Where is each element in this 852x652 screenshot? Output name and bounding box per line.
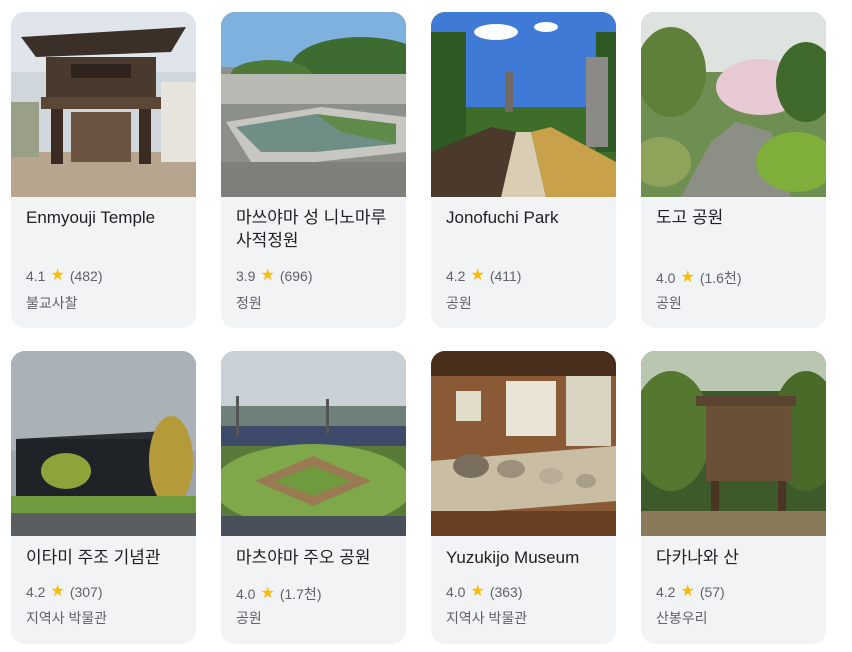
place-title: 마츠야마 주오 공원 [236,548,371,567]
place-card[interactable]: 마쓰야마 성 니노마루 사적정원 3.9 ★ (696) 정원 [221,12,406,328]
place-rating: 4.0 ★ (1.7천) [236,584,321,604]
place-rating: 4.2 ★ (57) [656,583,725,601]
place-title: Jonofuchi Park [446,208,559,227]
star-icon: ★ [470,267,485,284]
star-icon: ★ [50,267,65,284]
place-card[interactable]: Jonofuchi Park 4.2 ★ (411) 공원 [431,12,616,328]
rating-value: 4.0 [446,584,466,600]
review-count: (307) [69,584,103,600]
review-count: (696) [279,268,313,284]
star-icon: ★ [680,583,695,600]
place-rating: 4.2 ★ (411) [446,267,522,285]
star-icon: ★ [260,585,275,602]
place-card[interactable]: 이타미 주조 기념관 4.2 ★ (307) 지역사 박물관 [11,351,196,644]
place-rating: 4.1 ★ (482) [26,267,103,285]
review-count: (57) [699,584,725,600]
museum-exhibit-photo [431,351,616,536]
place-card[interactable]: Yuzukijo Museum 4.0 ★ (363) 지역사 박물관 [431,351,616,644]
mountain-sign-photo [641,351,826,536]
places-grid: Enmyouji Temple 4.1 ★ (482) 불교사찰 마쓰야마 성 … [11,12,841,648]
baseball-stadium-photo [221,351,406,536]
garden-pool-photo [221,12,406,197]
review-count: (1.7천) [279,586,322,602]
place-title: 마쓰야마 성 니노마루 사적정원 [236,208,387,250]
rating-value: 4.0 [656,270,676,286]
place-rating: 3.9 ★ (696) [236,267,313,285]
place-category: 공원 [656,295,682,311]
review-count: (411) [489,268,522,284]
place-rating: 4.2 ★ (307) [26,583,103,601]
park-stream-photo [641,12,826,197]
place-category: 산봉우리 [656,610,708,626]
star-icon: ★ [260,267,275,284]
place-category: 불교사찰 [26,295,78,311]
museum-building-photo [11,351,196,536]
park-bridge-photo [431,12,616,197]
place-category: 정원 [236,295,262,311]
place-title: Yuzukijo Museum [446,548,580,567]
place-card[interactable]: 마츠야마 주오 공원 4.0 ★ (1.7천) 공원 [221,351,406,644]
place-rating: 4.0 ★ (363) [446,583,523,601]
star-icon: ★ [50,583,65,600]
place-title: Enmyouji Temple [26,208,156,227]
review-count: (363) [489,584,523,600]
place-title: 이타미 주조 기념관 [26,548,161,567]
review-count: (1.6천) [699,270,742,286]
place-card[interactable]: 도고 공원 4.0 ★ (1.6천) 공원 [641,12,826,328]
temple-gate-photo [11,12,196,197]
place-card[interactable]: 다카나와 산 4.2 ★ (57) 산봉우리 [641,351,826,644]
rating-value: 4.0 [236,586,256,602]
rating-value: 4.2 [26,584,46,600]
place-rating: 4.0 ★ (1.6천) [656,268,741,288]
place-title: 도고 공원 [656,208,724,227]
place-category: 공원 [446,295,472,311]
review-count: (482) [69,268,103,284]
rating-value: 3.9 [236,268,256,284]
rating-value: 4.2 [656,584,676,600]
place-title: 다카나와 산 [656,548,739,567]
rating-value: 4.2 [446,268,466,284]
place-category: 지역사 박물관 [446,610,528,626]
place-category: 지역사 박물관 [26,610,108,626]
star-icon: ★ [470,583,485,600]
place-card[interactable]: Enmyouji Temple 4.1 ★ (482) 불교사찰 [11,12,196,328]
rating-value: 4.1 [26,268,46,284]
star-icon: ★ [680,269,695,286]
place-category: 공원 [236,610,262,626]
